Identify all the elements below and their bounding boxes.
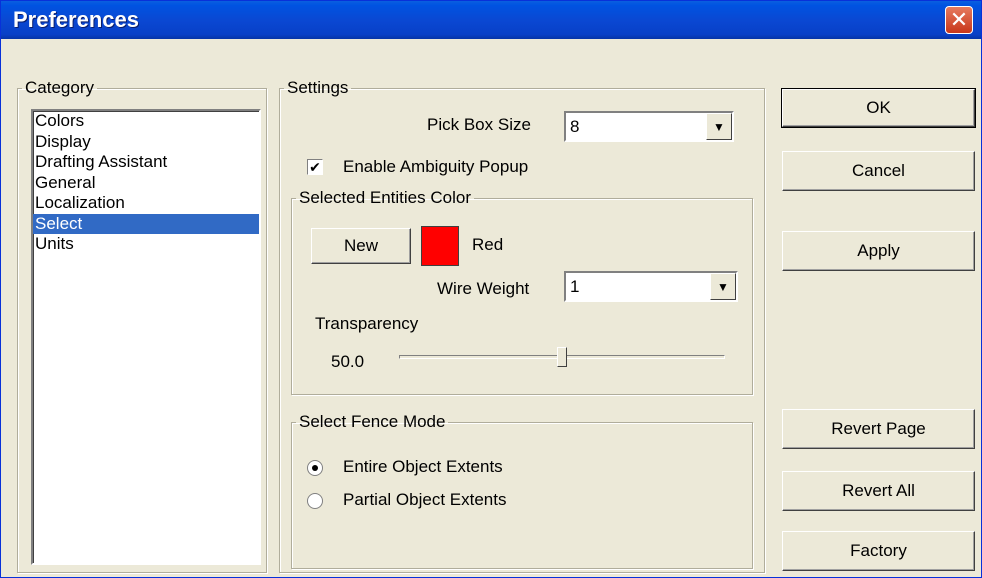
list-item[interactable]: Display [33, 132, 259, 153]
cancel-button[interactable]: Cancel [782, 151, 975, 191]
close-icon[interactable]: ✕ [945, 6, 973, 34]
pick-box-size-value: 8 [570, 117, 580, 136]
pick-box-size-select[interactable]: 8 ▼ [564, 111, 734, 142]
settings-legend: Settings [287, 78, 349, 97]
list-item[interactable]: Units [33, 234, 259, 255]
list-item[interactable]: Drafting Assistant [33, 152, 259, 173]
preferences-dialog: Preferences ✕ Category Colors Display Dr… [0, 0, 982, 578]
window-title: Preferences [13, 7, 139, 32]
revert-all-button[interactable]: Revert All [782, 471, 975, 511]
dialog-body: Category Colors Display Drafting Assista… [1, 39, 981, 577]
revert-page-button[interactable]: Revert Page [782, 409, 975, 449]
selected-color-legend: Selected Entities Color [299, 188, 471, 207]
ambiguity-checkbox[interactable]: ✔ [307, 159, 323, 175]
list-item[interactable]: General [33, 173, 259, 194]
ok-button[interactable]: OK [781, 88, 976, 128]
category-list[interactable]: Colors Display Drafting Assistant Genera… [31, 109, 261, 565]
color-name: Red [472, 235, 504, 254]
list-item[interactable]: Colors [33, 111, 259, 132]
fence-mode-legend: Select Fence Mode [299, 412, 446, 431]
chevron-down-icon[interactable]: ▼ [710, 273, 736, 300]
transparency-slider-thumb[interactable] [557, 347, 567, 367]
partial-extents-radio[interactable] [307, 493, 323, 509]
chevron-down-icon[interactable]: ▼ [706, 113, 732, 140]
list-item-selected[interactable]: Select [33, 213, 259, 234]
wire-weight-label: Wire Weight [437, 279, 530, 298]
title-bar[interactable]: Preferences ✕ [1, 1, 981, 39]
wire-weight-select[interactable]: 1 ▼ [564, 271, 738, 302]
partial-extents-label[interactable]: Partial Object Extents [343, 490, 506, 510]
transparency-label: Transparency [315, 314, 419, 333]
pick-box-size-label: Pick Box Size [427, 115, 531, 134]
factory-button[interactable]: Factory [782, 531, 975, 571]
entire-extents-label[interactable]: Entire Object Extents [343, 457, 503, 477]
apply-button[interactable]: Apply [782, 231, 975, 271]
entire-extents-radio[interactable] [307, 460, 323, 476]
color-swatch[interactable] [421, 226, 459, 266]
category-legend: Category [25, 78, 94, 97]
ambiguity-label[interactable]: Enable Ambiguity Popup [343, 157, 528, 177]
list-item[interactable]: Localization [33, 193, 259, 214]
wire-weight-value: 1 [570, 277, 580, 296]
new-color-button[interactable]: New [311, 228, 411, 264]
transparency-value: 50.0 [331, 352, 365, 371]
